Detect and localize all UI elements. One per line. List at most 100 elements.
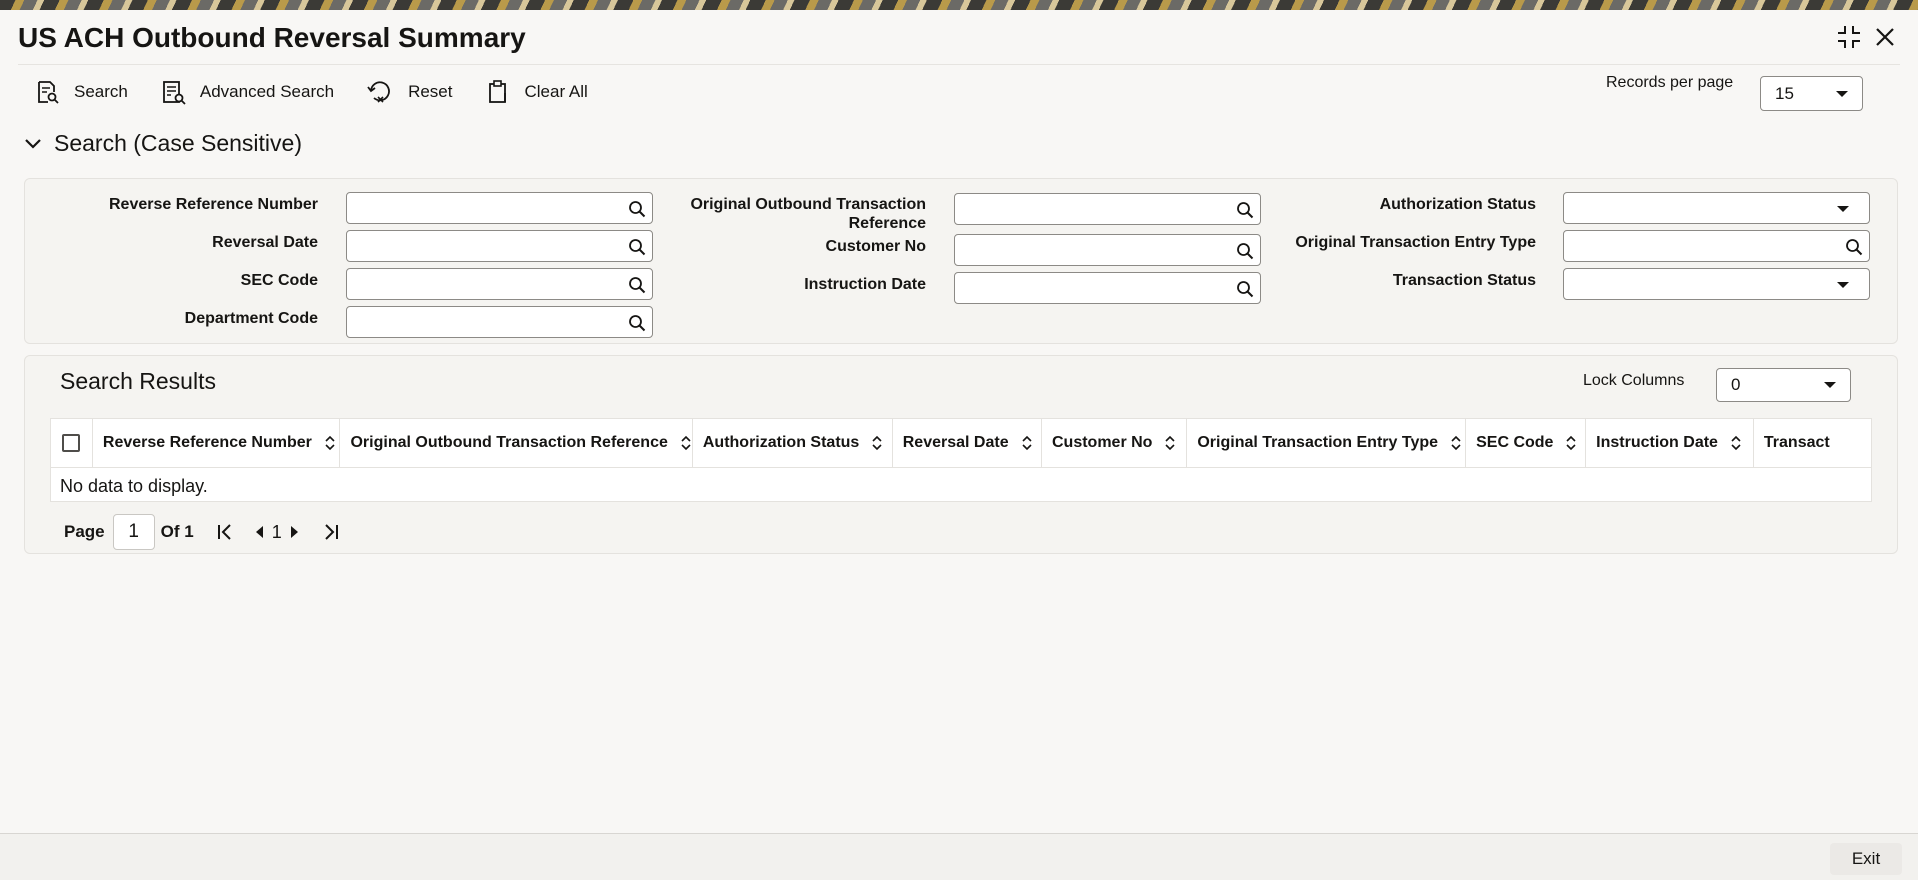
advanced-search-button-label: Advanced Search xyxy=(199,82,335,101)
clipboard-icon xyxy=(488,80,506,103)
records-per-page-label: Records per page xyxy=(1606,74,1734,91)
sec-code-input[interactable] xyxy=(346,268,653,300)
sort-icon xyxy=(681,435,691,451)
chevron-down-icon xyxy=(1837,282,1849,288)
column-header-instruction-date[interactable]: Instruction Date xyxy=(1586,419,1754,467)
sort-icon xyxy=(325,435,335,451)
sort-icon xyxy=(872,435,882,451)
last-page-icon xyxy=(325,524,338,540)
column-header-label: Transact xyxy=(1763,434,1830,451)
search-icon[interactable] xyxy=(628,276,646,294)
chevron-down-icon xyxy=(1837,206,1849,212)
search-doc-icon xyxy=(38,81,59,104)
column-header-reverse-reference-number[interactable]: Reverse Reference Number xyxy=(93,419,341,467)
column-header-label: Authorization Status xyxy=(702,434,860,451)
clear-all-button-label: Clear All xyxy=(524,82,588,101)
search-results-title: Search Results xyxy=(60,368,216,394)
original-transaction-entry-type-label: Original Transaction Entry Type xyxy=(1295,234,1536,251)
label-line-1: Original Outbound Transaction xyxy=(690,196,926,213)
lock-columns-label: Lock Columns xyxy=(1583,372,1685,389)
transaction-status-label: Transaction Status xyxy=(1392,272,1536,289)
original-outbound-transaction-reference-label: Original Outbound Transaction Reference xyxy=(650,195,926,233)
app-header-strip xyxy=(0,0,1918,10)
first-page-icon xyxy=(217,524,231,540)
search-section-title: Search (Case Sensitive) xyxy=(54,130,302,156)
customer-no-label: Customer No xyxy=(825,238,926,255)
last-page-button[interactable] xyxy=(322,523,340,541)
clear-all-button[interactable]: Clear All xyxy=(485,79,588,105)
search-icon[interactable] xyxy=(628,238,646,256)
close-icon[interactable] xyxy=(1870,22,1900,52)
results-table: Reverse Reference Number Original Outbou… xyxy=(50,418,1872,502)
column-header-reversal-date[interactable]: Reversal Date xyxy=(893,419,1042,467)
sort-icon xyxy=(1566,435,1577,451)
sec-code-label: SEC Code xyxy=(240,272,318,289)
department-code-input[interactable] xyxy=(346,306,653,338)
column-header-original-transaction-entry-type[interactable]: Original Transaction Entry Type xyxy=(1187,419,1467,467)
column-header-label: Customer No xyxy=(1052,434,1153,451)
transaction-status-select[interactable] xyxy=(1563,268,1870,300)
title-divider xyxy=(18,64,1900,65)
column-header-label: Instruction Date xyxy=(1596,434,1718,451)
sort-icon xyxy=(1731,435,1741,451)
previous-page-icon xyxy=(255,526,263,538)
sort-icon xyxy=(1022,435,1032,451)
advanced-search-button[interactable]: Advanced Search xyxy=(160,79,334,105)
label-line-2: Reference xyxy=(848,215,926,232)
column-header-sec-code[interactable]: SEC Code xyxy=(1466,419,1587,467)
page-title: US ACH Outbound Reversal Summary xyxy=(18,22,526,53)
search-button[interactable]: Search xyxy=(34,79,128,105)
authorization-status-label: Authorization Status xyxy=(1379,196,1536,213)
search-section-toggle[interactable]: Search (Case Sensitive) xyxy=(24,130,302,157)
search-icon[interactable] xyxy=(1845,238,1863,256)
authorization-status-select[interactable] xyxy=(1563,192,1870,224)
original-outbound-transaction-reference-input[interactable] xyxy=(954,193,1261,225)
first-page-button[interactable] xyxy=(216,523,234,541)
chevron-down-icon xyxy=(25,138,41,149)
column-header-label: Reverse Reference Number xyxy=(102,434,312,451)
reverse-reference-number-input[interactable] xyxy=(346,192,653,224)
select-all-checkbox[interactable] xyxy=(62,434,81,452)
reverse-reference-number-label: Reverse Reference Number xyxy=(109,196,318,213)
advanced-search-icon xyxy=(162,81,186,105)
search-button-label: Search xyxy=(74,82,128,101)
chevron-down-icon xyxy=(1824,382,1836,388)
next-page-button[interactable] xyxy=(290,525,300,539)
minimize-icon[interactable] xyxy=(1834,22,1864,52)
instruction-date-label: Instruction Date xyxy=(804,276,926,293)
page-label: Page xyxy=(64,522,105,541)
toolbar: Search Advanced Search Reset Clear All xyxy=(34,76,620,108)
exit-button[interactable]: Exit xyxy=(1830,843,1902,875)
search-icon[interactable] xyxy=(628,200,646,218)
column-header-label: Reversal Date xyxy=(902,434,1009,451)
page-of-label: Of 1 xyxy=(160,522,194,541)
original-transaction-entry-type-input[interactable] xyxy=(1563,230,1870,262)
previous-page-button[interactable] xyxy=(254,525,264,539)
footer-bar xyxy=(0,834,1918,880)
search-icon[interactable] xyxy=(628,314,646,332)
page-number-input[interactable]: 1 xyxy=(112,514,155,550)
column-header-authorization-status[interactable]: Authorization Status xyxy=(693,419,893,467)
reset-icon xyxy=(367,81,390,103)
sort-icon xyxy=(1451,435,1461,451)
reversal-date-label: Reversal Date xyxy=(212,234,318,251)
chevron-down-icon xyxy=(1836,90,1848,97)
empty-table-message: No data to display. xyxy=(60,476,208,496)
next-page-icon xyxy=(290,526,298,538)
records-per-page-value: 15 xyxy=(1775,83,1794,103)
pagination: Page 1 Of 1 1 xyxy=(64,512,340,552)
column-header-customer-no[interactable]: Customer No xyxy=(1042,419,1188,467)
lock-columns-select[interactable]: 0 xyxy=(1716,368,1851,402)
column-header-label: Original Outbound Transaction Reference xyxy=(350,434,668,451)
column-header-label: Original Transaction Entry Type xyxy=(1197,434,1439,451)
current-page-number[interactable]: 1 xyxy=(272,522,282,543)
column-header-original-outbound-transaction-reference[interactable]: Original Outbound Transaction Reference xyxy=(340,419,693,467)
reversal-date-input[interactable] xyxy=(346,230,653,262)
instruction-date-input[interactable] xyxy=(954,272,1261,304)
column-header-transaction-status[interactable]: Transact xyxy=(1754,419,1871,467)
sort-icon xyxy=(1165,435,1176,451)
records-per-page-select[interactable]: 15 xyxy=(1760,76,1863,111)
customer-no-input[interactable] xyxy=(954,234,1261,266)
reset-button-label: Reset xyxy=(408,82,453,101)
reset-button[interactable]: Reset xyxy=(366,79,453,105)
